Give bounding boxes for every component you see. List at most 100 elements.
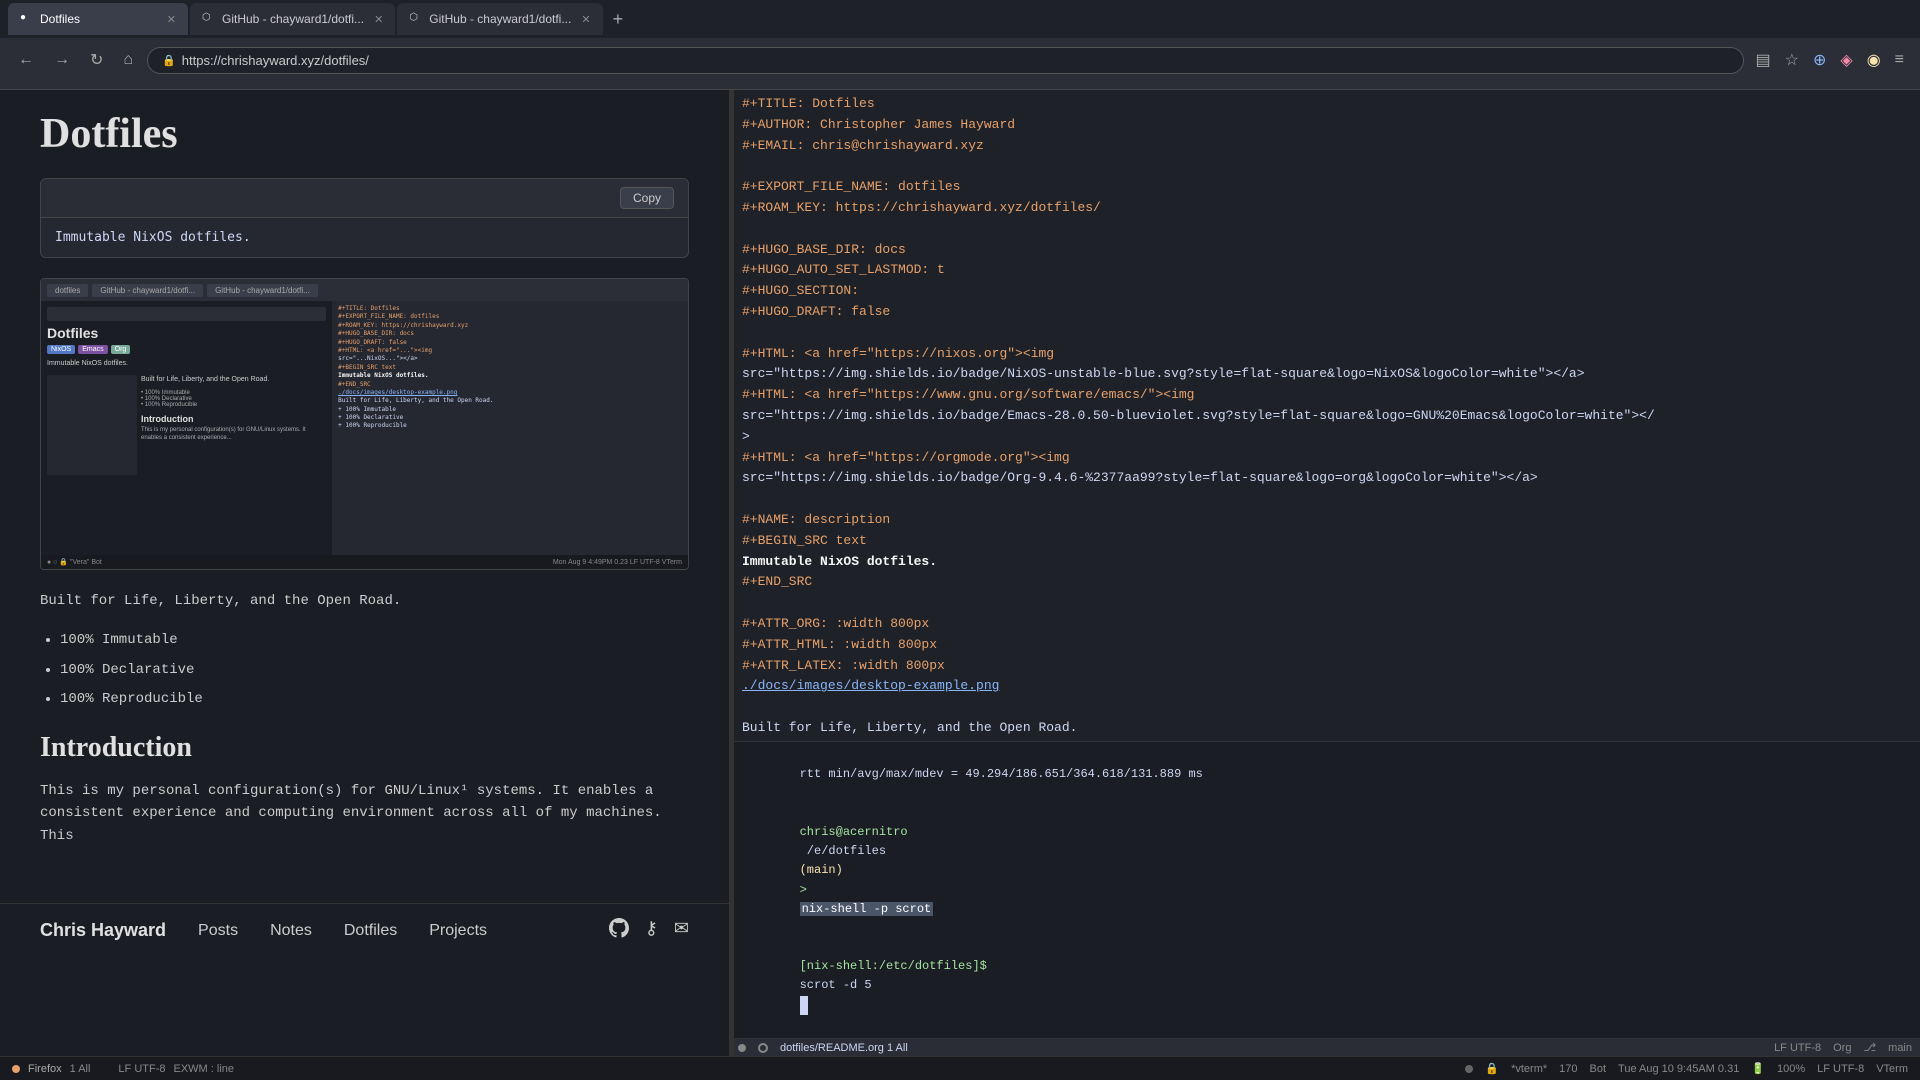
terminal-rtt-line: rtt min/avg/max/mdev = 49.294/186.651/36…	[742, 746, 1908, 804]
bottom-lines: 170	[1559, 1063, 1577, 1075]
mini-content: Dotfiles NixOS Emacs Org Immutable NixOS…	[41, 301, 688, 555]
bottom-bot: Bot	[1590, 1063, 1607, 1075]
editor-line-27: #+ATTR_LATEX: :width 800px	[730, 656, 1920, 677]
editor-line-26: #+ATTR_HTML: :width 800px	[730, 635, 1920, 656]
editor-line-18: src="https://img.shields.io/badge/Org-9.…	[730, 468, 1920, 489]
terminal-prompt-char: >	[800, 883, 814, 897]
tab-close-1[interactable]: ✕	[167, 13, 176, 26]
bottom-lock: 🔒	[1485, 1062, 1499, 1075]
nav-link-posts[interactable]: Posts	[198, 922, 238, 940]
address-bar[interactable]: 🔒 https://chrishayward.xyz/dotfiles/	[147, 47, 1743, 74]
panel-divider	[730, 90, 734, 1056]
mini-badge-nixos: NixOS	[47, 345, 75, 354]
address-text: https://chrishayward.xyz/dotfiles/	[182, 53, 1729, 68]
editor-line-13: src="https://img.shields.io/badge/NixOS-…	[730, 364, 1920, 385]
mini-tab-2: GitHub - chayward1/dotfi...	[92, 284, 203, 297]
editor-line-29	[730, 697, 1920, 718]
bottom-left: Firefox 1 All LF UTF-8 EXWM : line	[12, 1063, 742, 1075]
section-title: Introduction	[40, 732, 689, 764]
nav-icons: ▤ ☆ ⊕ ◈ ◉ ≡	[1752, 48, 1909, 72]
mini-body-text: Immutable NixOS dotfiles.	[47, 360, 326, 367]
new-tab-button[interactable]: +	[605, 9, 632, 30]
bottom-vterm: *vterm*	[1511, 1063, 1547, 1075]
bottom-firefox-label: Firefox	[28, 1063, 62, 1075]
editor-line-10: #+HUGO_DRAFT: false	[730, 302, 1920, 323]
bottom-battery-pct: 100%	[1777, 1063, 1805, 1075]
extension-2-button[interactable]: ◈	[1836, 48, 1856, 72]
bottom-vterm-label: VTerm	[1876, 1063, 1908, 1075]
tab-close-2[interactable]: ✕	[374, 13, 383, 26]
email-icon[interactable]: ✉	[674, 918, 689, 943]
reload-button[interactable]: ↻	[84, 46, 109, 74]
bottom-dot-gray	[1465, 1065, 1473, 1073]
bottom-encoding-left: LF UTF-8	[98, 1063, 165, 1075]
nav-link-projects[interactable]: Projects	[429, 922, 487, 940]
site-nav-left: Chris Hayward Posts Notes Dotfiles Proje…	[40, 920, 487, 941]
nav-link-dotfiles[interactable]: Dotfiles	[344, 922, 397, 940]
browser-chrome: ● Dotfiles ✕ ⬡ GitHub - chayward1/dotfi.…	[0, 0, 1920, 90]
mini-badges: NixOS Emacs Org	[47, 345, 326, 354]
tab-favicon-2: ⬡	[202, 12, 216, 26]
mini-badge-org: Org	[111, 345, 131, 354]
code-block-header: Copy	[41, 179, 688, 218]
reader-mode-button[interactable]: ▤	[1752, 48, 1775, 72]
bookmark-button[interactable]: ☆	[1781, 48, 1803, 72]
terminal-cmd: nix-shell -p scrot	[800, 902, 934, 916]
terminal-cursor	[800, 996, 808, 1015]
editor-line-3	[730, 156, 1920, 177]
intro-text: This is my personal configuration(s) for…	[40, 780, 689, 847]
terminal-input-line[interactable]: [nix-shell:/etc/dotfiles]$ scrot -d 5	[742, 938, 1908, 1034]
github-icon[interactable]	[609, 918, 629, 943]
editor-line-12: #+HTML: <a href="https://nixos.org"><img	[730, 344, 1920, 365]
editor-status-bar: dotfiles/README.org 1 All LF UTF-8 Org ⎇…	[730, 1038, 1920, 1056]
mini-left-panel: Dotfiles NixOS Emacs Org Immutable NixOS…	[41, 301, 332, 555]
editor-line-7: #+HUGO_BASE_DIR: docs	[730, 240, 1920, 261]
mini-tab-1: dotfiles	[47, 284, 88, 297]
bullet-3: 100% Reproducible	[60, 687, 689, 712]
bottom-battery-icon: 🔋	[1751, 1062, 1765, 1075]
nav-link-notes[interactable]: Notes	[270, 922, 312, 940]
menu-button[interactable]: ≡	[1891, 48, 1908, 72]
bullet-1: 100% Immutable	[60, 628, 689, 653]
copy-button[interactable]: Copy	[620, 187, 674, 209]
tab-bar: ● Dotfiles ✕ ⬡ GitHub - chayward1/dotfi.…	[0, 0, 1920, 38]
keybase-icon[interactable]: ⚷	[645, 918, 658, 943]
editor-line-30: Built for Life, Liberty, and the Open Ro…	[730, 718, 1920, 739]
editor-content[interactable]: #+TITLE: Dotfiles#+AUTHOR: Christopher J…	[730, 90, 1920, 741]
tab-close-3[interactable]: ✕	[581, 13, 590, 26]
page-title: Dotfiles	[40, 110, 689, 158]
mini-status-left: ● ○ 🔒 "Vera" Bot	[47, 558, 102, 566]
status-branch: main	[1888, 1042, 1912, 1054]
bottom-dot-orange	[12, 1065, 20, 1073]
editor-line-25: #+ATTR_ORG: :width 800px	[730, 614, 1920, 635]
forward-button[interactable]: →	[48, 47, 76, 73]
mini-status-right: Mon Aug 9 4:49PM 0.23 LF UTF-8 VTerm	[553, 559, 682, 566]
tab-title-2: GitHub - chayward1/dotfi...	[222, 12, 364, 26]
back-button[interactable]: ←	[12, 47, 40, 73]
mini-page-title: Dotfiles	[47, 325, 326, 341]
editor-line-0: #+TITLE: Dotfiles	[730, 94, 1920, 115]
code-block-wrapper: Copy Immutable NixOS dotfiles.	[40, 178, 689, 258]
editor-line-28: ./docs/images/desktop-example.png	[730, 676, 1920, 697]
tab-github-2[interactable]: ⬡ GitHub - chayward1/dotfi... ✕	[397, 3, 602, 35]
lock-icon: 🔒	[162, 54, 176, 67]
tab-title-3: GitHub - chayward1/dotfi...	[429, 12, 571, 26]
mini-screenshot: dotfiles GitHub - chayward1/dotfi... Git…	[41, 279, 688, 569]
home-button[interactable]: ⌂	[117, 47, 139, 73]
bullet-2: 100% Declarative	[60, 658, 689, 683]
editor-line-16: >	[730, 427, 1920, 448]
status-dot-1	[738, 1044, 746, 1052]
site-nav-icons: ⚷ ✉	[609, 918, 689, 943]
tab-dotfiles[interactable]: ● Dotfiles ✕	[8, 3, 188, 35]
editor-line-4: #+EXPORT_FILE_NAME: dotfiles	[730, 177, 1920, 198]
page-content: Dotfiles Copy Immutable NixOS dotfiles. …	[0, 90, 729, 903]
editor-line-24	[730, 593, 1920, 614]
tab-github-1[interactable]: ⬡ GitHub - chayward1/dotfi... ✕	[190, 3, 395, 35]
main-area: Dotfiles Copy Immutable NixOS dotfiles. …	[0, 90, 1920, 1056]
mini-right-panel: #+TITLE: Dotfiles #+EXPORT_FILE_NAME: do…	[332, 301, 688, 555]
browser-content: Dotfiles Copy Immutable NixOS dotfiles. …	[0, 90, 730, 1056]
bullet-list: 100% Immutable 100% Declarative 100% Rep…	[60, 628, 689, 712]
extension-1-button[interactable]: ⊕	[1809, 48, 1830, 72]
site-nav: Chris Hayward Posts Notes Dotfiles Proje…	[0, 903, 729, 957]
extension-3-button[interactable]: ◉	[1863, 48, 1885, 72]
